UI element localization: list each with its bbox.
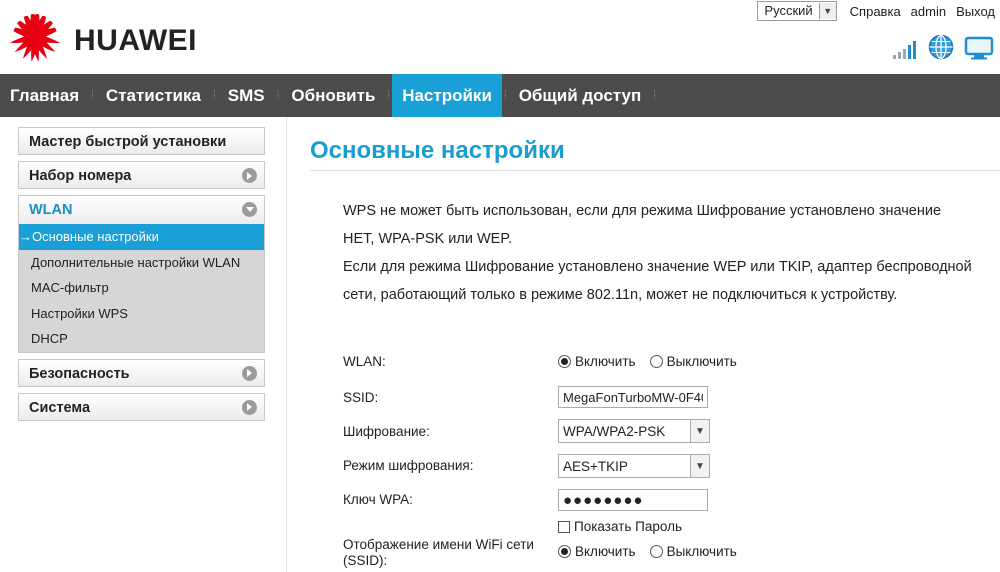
tab-sms[interactable]: SMS: [218, 74, 275, 117]
ssid-label: SSID:: [343, 390, 379, 405]
sidebar-item-wps[interactable]: Настройки WPS: [19, 301, 264, 327]
nav-separator: ⁞: [91, 90, 94, 101]
mode-control: AES+TKIP ▼: [558, 454, 710, 478]
wpa-key-input[interactable]: [558, 489, 708, 511]
globe-icon: [928, 34, 954, 60]
user-name: admin: [910, 3, 947, 19]
broadcast-enable-radio[interactable]: [558, 545, 571, 558]
ssid-broadcast-label: Отображение имени WiFi сети (SSID):: [343, 537, 534, 568]
broadcast-radio-group: Включить Выключить: [558, 544, 751, 559]
sidebar-item-security[interactable]: Безопасность: [18, 358, 265, 387]
nav-separator: ⁞: [653, 90, 657, 101]
sidebar-item-label: WLAN: [29, 202, 73, 218]
logout-link[interactable]: Выход: [956, 4, 995, 19]
chevron-right-icon: [242, 399, 257, 415]
page-title: Основные настройки: [310, 137, 565, 164]
ssid-control: [558, 386, 708, 408]
nav-separator: ⁞: [276, 90, 280, 101]
sidebar-item-wlan[interactable]: WLAN: [19, 196, 264, 224]
broadcast-disable-option[interactable]: Выключить: [649, 544, 737, 559]
sidebar-item-basic-settings[interactable]: →Основные настройки: [19, 224, 264, 250]
notice-wps: WPS не может быть использован, если для …: [343, 203, 942, 247]
encryption-label: Шифрование:: [343, 424, 430, 439]
sidebar-item-advanced-wlan[interactable]: Дополнительные настройки WLAN: [19, 250, 264, 276]
show-password-checkbox[interactable]: [558, 520, 570, 533]
wpa-key-control: [558, 489, 708, 511]
column-divider: [286, 117, 287, 572]
chevron-down-icon: [242, 202, 257, 217]
language-select[interactable]: Русский ▼: [757, 1, 837, 21]
signal-icon: [893, 41, 916, 59]
wlan-label: WLAN:: [343, 354, 386, 369]
sidebar-item-label: Набор номера: [29, 168, 132, 184]
encryption-control: WPA/WPA2-PSK ▼: [558, 419, 710, 443]
chevron-down-icon[interactable]: ▼: [690, 455, 709, 477]
tab-update[interactable]: Обновить: [281, 74, 385, 117]
ssid-input[interactable]: [558, 386, 708, 408]
huawei-logo-icon: [9, 14, 61, 62]
help-link[interactable]: Справка: [850, 4, 901, 19]
sidebar-item-quick-setup[interactable]: Мастер быстрой установки: [18, 127, 265, 155]
nav-separator: ⁞: [212, 90, 216, 101]
broadcast-enable-option[interactable]: Включить: [558, 544, 636, 559]
chevron-right-icon: [242, 365, 257, 381]
status-icons: [892, 34, 994, 60]
header: HUAWEI Русский ▼ Справка admin Выход: [0, 0, 1000, 74]
encryption-mode-value: AES+TKIP: [563, 458, 628, 474]
chevron-down-icon[interactable]: ▼: [818, 3, 836, 19]
broadcast-disable-label: Выключить: [666, 544, 737, 559]
main-nav: Главная ⁞ Статистика ⁞ SMS ⁞ Обновить ⁞ …: [0, 74, 1000, 117]
notice-encryption: Если для режима Шифрование установлено з…: [343, 259, 972, 303]
sidebar-item-label: Безопасность: [29, 365, 130, 382]
wlan-radio-group: Включить Выключить: [558, 354, 751, 369]
wpa-key-label: Ключ WPA:: [343, 492, 413, 507]
chevron-down-icon[interactable]: ▼: [690, 420, 709, 442]
title-divider: [310, 170, 1000, 171]
wlan-submenu: →Основные настройки Дополнительные настр…: [19, 224, 264, 352]
sidebar-item-label: Мастер быстрой установки: [29, 134, 227, 150]
encryption-value: WPA/WPA2-PSK: [563, 423, 666, 439]
wlan-enable-radio[interactable]: [558, 355, 571, 368]
brand-name: HUAWEI: [74, 24, 197, 57]
tab-sharing[interactable]: Общий доступ: [509, 74, 652, 117]
encryption-select[interactable]: WPA/WPA2-PSK ▼: [558, 419, 710, 443]
sidebar-item-label: Система: [29, 399, 91, 416]
broadcast-disable-radio[interactable]: [649, 545, 663, 558]
sidebar-item-system[interactable]: Система: [18, 392, 265, 421]
broadcast-enable-label: Включить: [575, 544, 636, 559]
sidebar-item-dhcp[interactable]: DHCP: [19, 326, 264, 352]
sidebar-group-wlan: WLAN →Основные настройки Дополнительные …: [18, 195, 265, 353]
monitor-icon: [964, 36, 994, 60]
encryption-mode-select[interactable]: AES+TKIP ▼: [558, 454, 710, 478]
wlan-disable-radio[interactable]: [649, 355, 663, 368]
wlan-disable-label: Выключить: [666, 354, 737, 369]
tab-statistics[interactable]: Статистика: [96, 74, 211, 117]
mode-label: Режим шифрования:: [343, 458, 474, 473]
nav-separator: ⁞: [503, 90, 507, 101]
show-password-control[interactable]: Показать Пароль: [558, 519, 682, 534]
wlan-enable-option[interactable]: Включить: [558, 354, 636, 369]
show-password-label: Показать Пароль: [574, 519, 682, 534]
sidebar-item-dialup[interactable]: Набор номера: [18, 161, 265, 189]
sidebar: Мастер быстрой установки Набор номера WL…: [18, 127, 265, 427]
wlan-disable-option[interactable]: Выключить: [649, 354, 737, 369]
language-value: Русский: [764, 3, 813, 18]
chevron-right-icon: [242, 168, 257, 183]
sidebar-item-mac-filter[interactable]: MAC-фильтр: [19, 275, 264, 301]
nav-separator: ⁞: [387, 90, 391, 101]
tab-settings[interactable]: Настройки: [392, 74, 502, 117]
wlan-enable-label: Включить: [575, 354, 636, 369]
tab-home[interactable]: Главная: [0, 74, 89, 117]
top-links: Русский ▼ Справка admin Выход: [757, 0, 1000, 22]
notice-text: WPS не может быть использован, если для …: [343, 197, 973, 309]
